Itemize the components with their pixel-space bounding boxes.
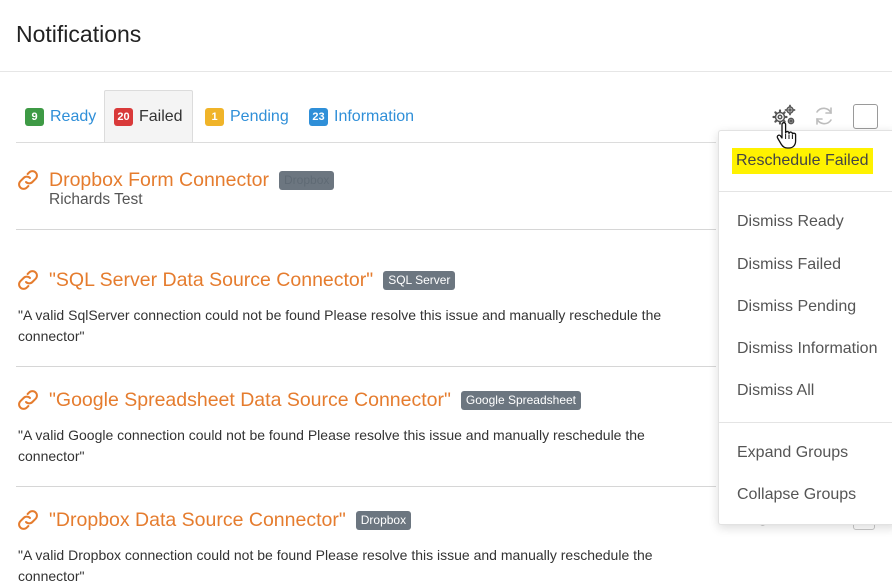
item-divider [16, 486, 716, 487]
connector-title[interactable]: "Google Spreadsheet Data Source Connecto… [49, 389, 451, 412]
connector-message: "A valid Google connection could not be … [18, 427, 645, 464]
hand-pointer-icon [776, 122, 797, 149]
tab-pending-label: Pending [230, 107, 289, 125]
pending-count-badge: 1 [205, 107, 224, 126]
menu-dismiss-ready[interactable]: Dismiss Ready [737, 213, 844, 231]
link-icon [18, 170, 38, 190]
tabs-divider [16, 142, 716, 143]
list-item: "SQL Server Data Source Connector" SQL S… [16, 268, 716, 368]
page-header: Notifications [0, 0, 892, 72]
connector-tag: SQL Server [383, 270, 456, 290]
list-item: "Google Spreadsheet Data Source Connecto… [16, 388, 716, 488]
page-title: Notifications [16, 21, 142, 47]
link-icon [18, 390, 38, 410]
connector-subtitle: Richards Test [49, 191, 143, 208]
list-item: "Dropbox Data Source Connector" Dropbox … [16, 508, 716, 587]
tab-ready[interactable]: 9 Ready [16, 90, 105, 143]
tab-failed-label: Failed [139, 107, 183, 125]
tab-information[interactable]: 23 Information [300, 90, 423, 143]
connector-message: "A valid SqlServer connection could not … [18, 307, 662, 344]
connector-tag: Dropbox [355, 510, 412, 530]
menu-separator [719, 422, 892, 423]
refresh-button[interactable] [811, 103, 837, 129]
tab-ready-label: Ready [50, 107, 97, 125]
menu-dismiss-information[interactable]: Dismiss Information [737, 340, 877, 358]
menu-dismiss-all[interactable]: Dismiss All [737, 382, 814, 400]
tab-information-label: Information [334, 107, 415, 125]
failed-count-badge: 20 [114, 107, 133, 126]
connector-tag: Dropbox [279, 170, 335, 190]
tab-pending[interactable]: 1 Pending [196, 90, 298, 143]
menu-expand-groups[interactable]: Expand Groups [737, 444, 848, 462]
information-count-badge: 23 [309, 107, 328, 126]
actions-dropdown-menu: Reschedule Failed Dismiss Ready Dismiss … [718, 130, 892, 525]
menu-collapse-groups[interactable]: Collapse Groups [737, 486, 856, 504]
item-divider [16, 366, 716, 367]
menu-separator [719, 191, 892, 192]
link-icon [18, 510, 38, 530]
list-item: Dropbox Form Connector Dropbox Richards … [16, 168, 716, 230]
menu-dismiss-failed[interactable]: Dismiss Failed [737, 256, 841, 274]
select-all-checkbox[interactable] [853, 104, 878, 129]
refresh-icon [816, 107, 832, 125]
connector-message: "A valid Dropbox connection could not be… [18, 547, 653, 584]
ready-count-badge: 9 [25, 107, 44, 126]
connector-title[interactable]: Dropbox Form Connector [49, 169, 269, 192]
connector-tag: Google Spreadsheet [460, 390, 582, 410]
link-icon [18, 270, 38, 290]
tab-failed[interactable]: 20 Failed [104, 90, 193, 143]
menu-reschedule-failed[interactable]: Reschedule Failed [732, 148, 873, 174]
menu-dismiss-pending[interactable]: Dismiss Pending [737, 298, 856, 316]
item-divider [16, 229, 716, 230]
connector-title[interactable]: "SQL Server Data Source Connector" [49, 269, 373, 292]
connector-title[interactable]: "Dropbox Data Source Connector" [49, 509, 346, 532]
